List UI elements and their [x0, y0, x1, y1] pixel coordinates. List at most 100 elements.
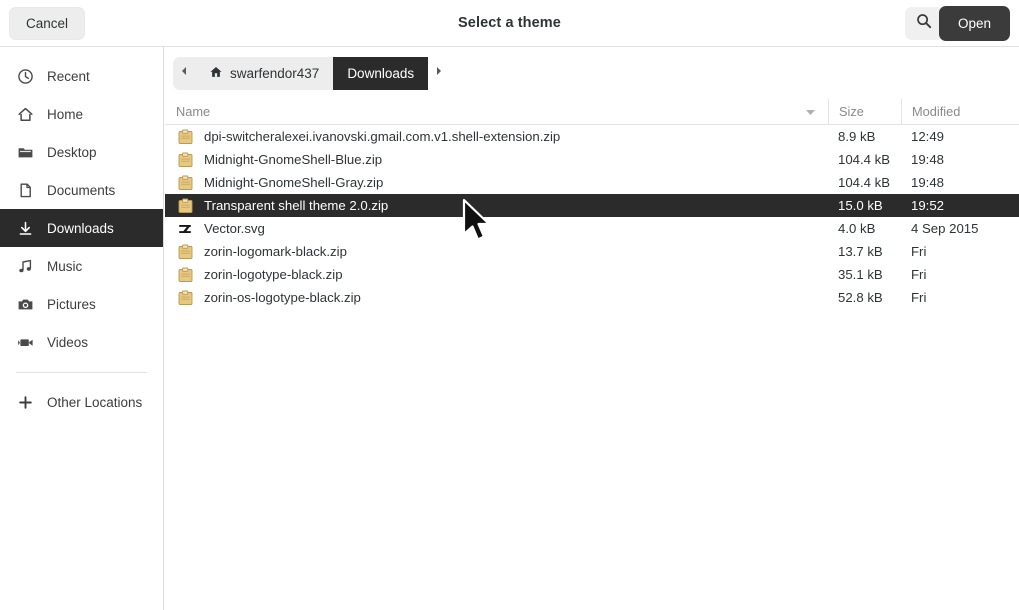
- table-row[interactable]: zorin-logomark-black.zip 13.7 kB Fri: [165, 240, 1019, 263]
- file-size-cell: 104.4 kB: [838, 175, 891, 190]
- archive-icon: [176, 174, 194, 192]
- path-bar: swarfendor437 Downloads: [165, 47, 1019, 99]
- file-chooser-dialog: Cancel Select a theme Open Recent Home D…: [0, 0, 1019, 610]
- places-sidebar: Recent Home Desktop Documents Downloads …: [0, 47, 164, 610]
- plus-icon: [17, 394, 34, 411]
- archive-icon: [176, 128, 194, 146]
- file-name-label: Midnight-GnomeShell-Blue.zip: [204, 152, 383, 167]
- file-list: dpi-switcheralexei.ivanovski.gmail.com.v…: [165, 125, 1019, 309]
- open-button[interactable]: Open: [938, 6, 1010, 41]
- sidebar-item-pictures[interactable]: Pictures: [0, 285, 163, 323]
- sidebar-item-label: Music: [47, 258, 83, 274]
- archive-icon: [176, 266, 194, 284]
- column-header-modified-label: Modified: [912, 104, 961, 119]
- back-button[interactable]: [173, 56, 195, 90]
- sort-descending-icon: [805, 104, 816, 119]
- table-row[interactable]: zorin-os-logotype-black.zip 52.8 kB Fri: [165, 286, 1019, 309]
- file-name-label: zorin-logomark-black.zip: [204, 244, 347, 259]
- sidebar-item-label: Desktop: [47, 144, 97, 160]
- table-row[interactable]: zorin-logotype-black.zip 35.1 kB Fri: [165, 263, 1019, 286]
- file-name-label: dpi-switcheralexei.ivanovski.gmail.com.v…: [204, 129, 561, 144]
- archive-icon: [176, 151, 194, 169]
- file-size-cell: 13.7 kB: [838, 244, 883, 259]
- archive-icon: [176, 289, 194, 307]
- chevron-right-icon: [434, 64, 444, 82]
- file-size-cell: 104.4 kB: [838, 152, 891, 167]
- sidebar-item-videos[interactable]: Videos: [0, 323, 163, 361]
- file-name-cell: zorin-os-logotype-black.zip: [165, 289, 828, 307]
- breadcrumb-item-label: swarfendor437: [230, 65, 320, 81]
- archive-icon: [176, 243, 194, 261]
- file-name-label: Transparent shell theme 2.0.zip: [204, 198, 389, 213]
- header-bar: Cancel Select a theme Open: [0, 0, 1019, 47]
- column-header-size[interactable]: Size: [828, 98, 901, 125]
- sidebar-item-recent[interactable]: Recent: [0, 57, 163, 95]
- file-size-cell: 15.0 kB: [838, 198, 883, 213]
- sidebar-divider: [16, 372, 147, 373]
- file-modified-cell: 4 Sep 2015: [911, 221, 979, 236]
- file-name-cell: zorin-logotype-black.zip: [165, 266, 828, 284]
- home-icon: [209, 65, 223, 82]
- sidebar-item-label: Videos: [47, 334, 89, 350]
- file-name-cell: Midnight-GnomeShell-Gray.zip: [165, 174, 828, 192]
- dialog-title: Select a theme: [458, 15, 561, 31]
- archive-icon: [176, 197, 194, 215]
- sidebar-item-label: Recent: [47, 68, 90, 84]
- chevron-left-icon: [179, 64, 189, 82]
- file-name-cell: zorin-logomark-black.zip: [165, 243, 828, 261]
- file-modified-cell: 12:49: [911, 129, 945, 144]
- file-modified-cell: Fri: [911, 267, 927, 282]
- open-button-label: Open: [957, 16, 991, 31]
- sidebar-item-label: Home: [47, 106, 84, 122]
- file-modified-cell: 19:48: [911, 152, 945, 167]
- file-name-cell: Vector.svg: [165, 220, 828, 238]
- table-row[interactable]: dpi-switcheralexei.ivanovski.gmail.com.v…: [165, 125, 1019, 148]
- sidebar-item-downloads[interactable]: Downloads: [0, 209, 163, 247]
- breadcrumb-item-label: Downloads: [347, 65, 415, 81]
- file-name-label: zorin-logotype-black.zip: [204, 267, 343, 282]
- breadcrumb-item-home[interactable]: swarfendor437: [195, 56, 334, 90]
- clock-icon: [17, 68, 34, 85]
- breadcrumb: swarfendor437 Downloads: [173, 56, 451, 90]
- breadcrumb-item-downloads[interactable]: Downloads: [333, 56, 429, 90]
- forward-button[interactable]: [428, 56, 451, 90]
- file-name-cell: dpi-switcheralexei.ivanovski.gmail.com.v…: [165, 128, 828, 146]
- file-modified-cell: Fri: [911, 244, 927, 259]
- sidebar-item-label: Downloads: [47, 220, 114, 236]
- file-name-cell: Transparent shell theme 2.0.zip: [165, 197, 828, 215]
- column-header-name-label: Name: [176, 104, 211, 119]
- sidebar-item-label: Other Locations: [47, 394, 143, 410]
- sidebar-item-other-locations[interactable]: Other Locations: [0, 383, 163, 421]
- table-row[interactable]: Transparent shell theme 2.0.zip 15.0 kB …: [165, 194, 1019, 217]
- file-modified-cell: 19:48: [911, 175, 945, 190]
- file-modified-cell: Fri: [911, 290, 927, 305]
- file-size-cell: 8.9 kB: [838, 129, 876, 144]
- table-row[interactable]: Midnight-GnomeShell-Gray.zip 104.4 kB 19…: [165, 171, 1019, 194]
- video-camera-icon: [17, 334, 34, 351]
- search-icon: [916, 13, 932, 34]
- search-button[interactable]: [905, 7, 943, 40]
- sidebar-item-desktop[interactable]: Desktop: [0, 133, 163, 171]
- file-name-label: Midnight-GnomeShell-Gray.zip: [204, 175, 384, 190]
- file-size-cell: 4.0 kB: [838, 221, 876, 236]
- sidebar-item-home[interactable]: Home: [0, 95, 163, 133]
- column-header-size-label: Size: [839, 104, 864, 119]
- sidebar-item-music[interactable]: Music: [0, 247, 163, 285]
- music-note-icon: [17, 258, 34, 275]
- cancel-button-label: Cancel: [26, 16, 69, 31]
- sidebar-item-documents[interactable]: Documents: [0, 171, 163, 209]
- file-name-cell: Midnight-GnomeShell-Blue.zip: [165, 151, 828, 169]
- file-browser-pane: swarfendor437 Downloads Name Size Modifi…: [165, 47, 1019, 610]
- sidebar-item-label: Documents: [47, 182, 116, 198]
- home-icon: [17, 106, 34, 123]
- file-size-cell: 35.1 kB: [838, 267, 883, 282]
- column-header-name[interactable]: Name: [165, 104, 828, 119]
- download-icon: [17, 220, 34, 237]
- table-row[interactable]: Vector.svg 4.0 kB 4 Sep 2015: [165, 217, 1019, 240]
- folder-icon: [17, 144, 34, 161]
- column-header-modified[interactable]: Modified: [901, 98, 1019, 125]
- cancel-button[interactable]: Cancel: [9, 7, 86, 40]
- file-name-label: Vector.svg: [204, 221, 265, 236]
- table-row[interactable]: Midnight-GnomeShell-Blue.zip 104.4 kB 19…: [165, 148, 1019, 171]
- file-modified-cell: 19:52: [911, 198, 945, 213]
